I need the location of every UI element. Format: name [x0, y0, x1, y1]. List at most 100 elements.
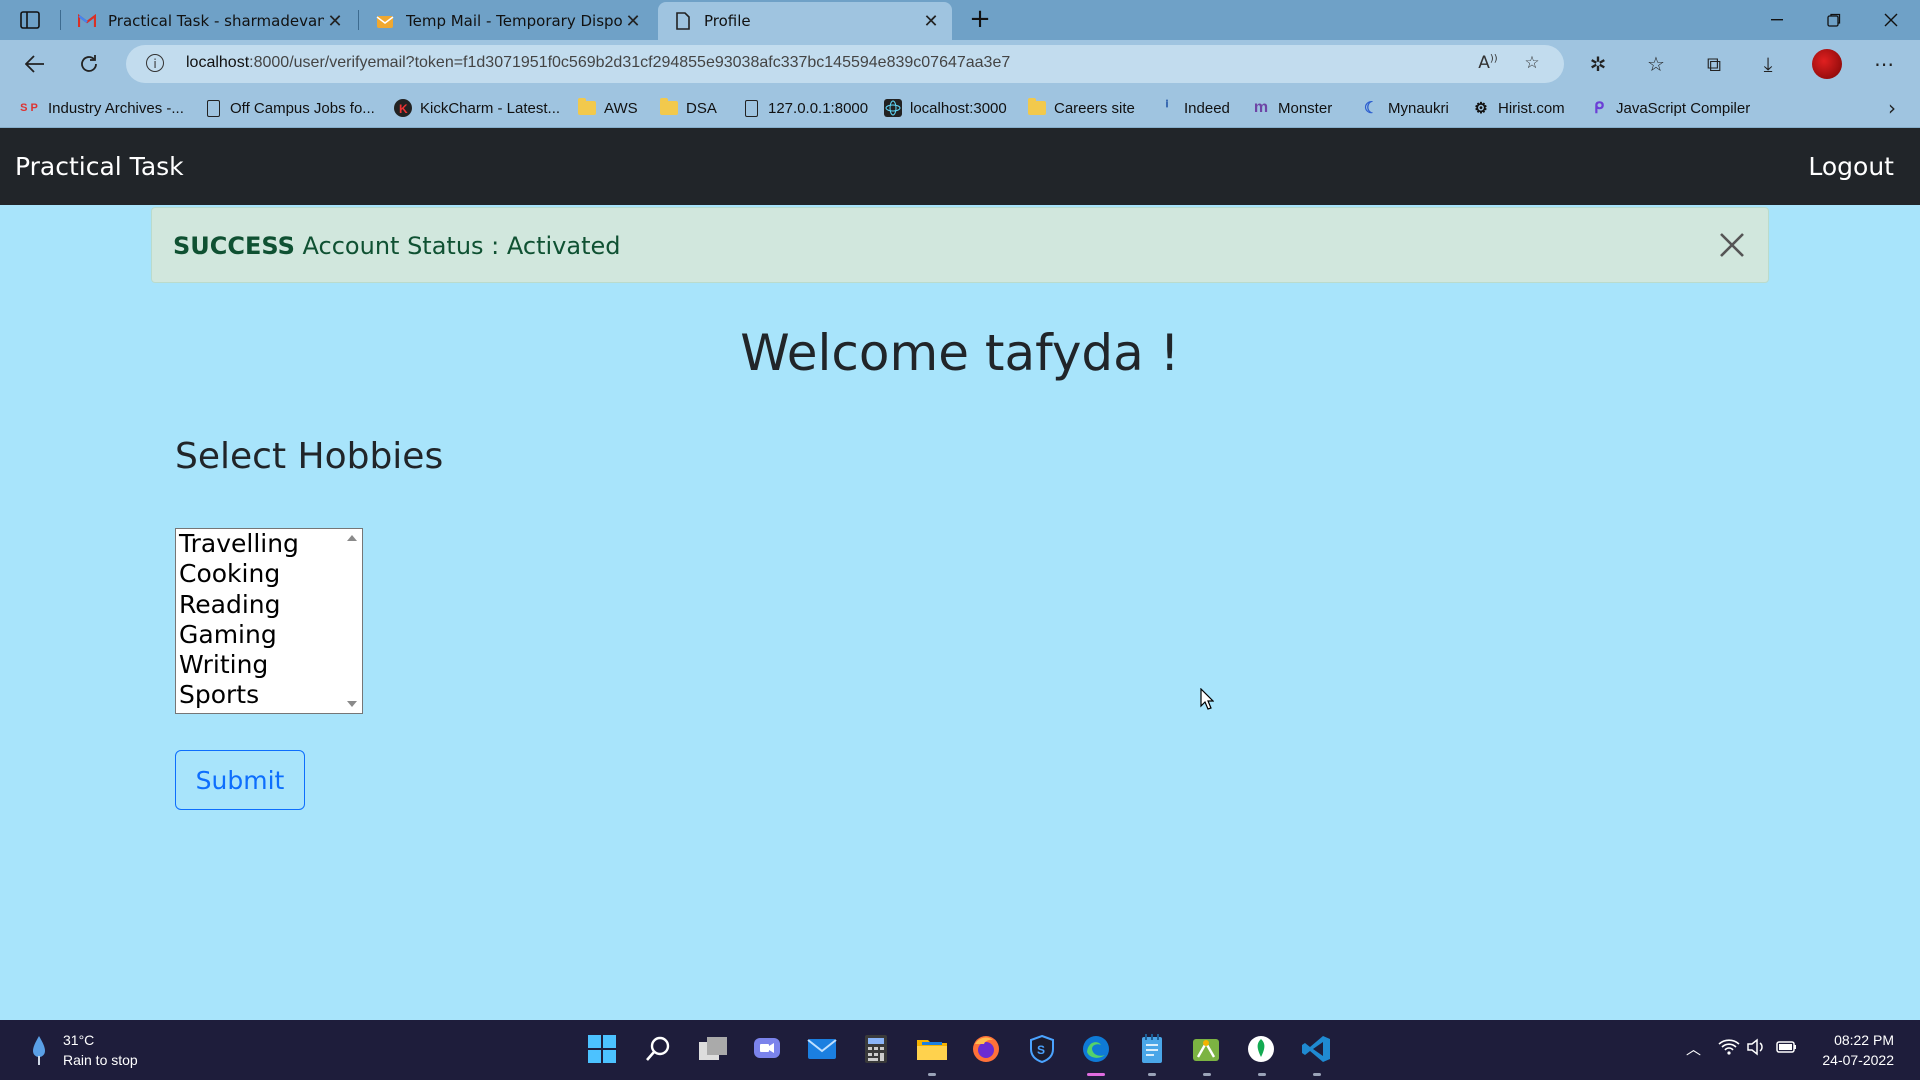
running-indicator — [1148, 1073, 1156, 1076]
collections-icon[interactable]: ⧉ — [1700, 52, 1728, 76]
bookmark-label: AWS — [604, 99, 638, 117]
taskbar-edge[interactable] — [1080, 1033, 1112, 1065]
wifi-icon[interactable] — [1718, 1038, 1740, 1060]
tab-title: Profile — [704, 12, 751, 30]
bookmark-monster[interactable]: m Monster — [1252, 88, 1332, 128]
restore-button[interactable] — [1805, 0, 1862, 40]
calculator-icon — [865, 1035, 887, 1063]
taskbar-file-explorer[interactable] — [916, 1033, 948, 1065]
bookmark-off-campus-jobs[interactable]: Off Campus Jobs fo... — [204, 88, 375, 128]
active-app-indicator — [1087, 1073, 1105, 1076]
minimize-icon — [1770, 19, 1783, 21]
running-indicator — [1313, 1073, 1321, 1076]
reload-button[interactable] — [72, 48, 106, 80]
tray-overflow-chevron-icon[interactable]: ︿ — [1686, 1038, 1701, 1059]
taskbar-calculator[interactable] — [860, 1033, 892, 1065]
bookmark-mynaukri[interactable]: ☾ Mynaukri — [1362, 88, 1449, 128]
bookmark-javascript-compiler[interactable]: ᑭ JavaScript Compiler — [1590, 88, 1750, 128]
rain-weather-icon[interactable] — [30, 1034, 48, 1066]
tab-actions-button[interactable] — [0, 0, 60, 40]
extensions-icon[interactable]: ✲ — [1584, 52, 1612, 76]
minimize-button[interactable] — [1748, 0, 1805, 40]
bookmark-industry-archives[interactable]: S P Industry Archives -... — [18, 88, 184, 128]
url-text[interactable]: localhost:8000/user/verifyemail?token=f1… — [186, 54, 1010, 72]
taskbar-app-green[interactable] — [1190, 1033, 1222, 1065]
address-bar[interactable]: i localhost:8000/user/verifyemail?token=… — [126, 45, 1564, 83]
app-shield-icon: S — [1030, 1035, 1054, 1063]
listbox-scrollbar[interactable] — [342, 529, 362, 713]
weather-description[interactable]: Rain to stop — [63, 1052, 138, 1068]
folder-icon — [1028, 98, 1046, 117]
tab-close-icon[interactable]: ✕ — [622, 11, 644, 32]
hobby-option-sports[interactable]: Sports — [176, 680, 362, 710]
system-clock[interactable]: 08:22 PM 24-07-2022 — [1822, 1030, 1894, 1070]
weather-temperature[interactable]: 31°C — [63, 1032, 94, 1048]
favorites-icon[interactable]: ☆ — [1642, 52, 1670, 76]
taskbar-notepad[interactable] — [1136, 1033, 1168, 1065]
new-tab-button[interactable]: + — [966, 6, 994, 34]
svg-text:K: K — [399, 102, 408, 116]
tab-profile[interactable]: Profile ✕ — [658, 2, 952, 40]
bookmarks-bar: S P Industry Archives -... Off Campus Jo… — [0, 88, 1920, 128]
back-arrow-icon — [25, 55, 44, 73]
start-button[interactable] — [586, 1033, 618, 1065]
profile-avatar[interactable] — [1812, 49, 1842, 79]
read-aloud-icon[interactable]: A)) — [1476, 53, 1500, 75]
sp-icon: S P — [20, 102, 38, 114]
tab-temp-mail[interactable]: Temp Mail - Temporary Disposab ✕ — [360, 2, 654, 40]
scroll-up-arrow-icon[interactable] — [347, 535, 357, 541]
bookmark-folder-careers[interactable]: Careers site — [1028, 88, 1135, 128]
hobby-option-reading[interactable]: Reading — [176, 590, 362, 620]
battery-icon[interactable] — [1776, 1038, 1798, 1060]
tab-close-icon[interactable]: ✕ — [920, 11, 942, 32]
bookmark-localhost-3000[interactable]: localhost:3000 — [884, 88, 1007, 128]
taskbar-search-button[interactable] — [642, 1033, 674, 1065]
taskbar-mongodb-compass[interactable] — [1245, 1033, 1277, 1065]
alert-close-icon[interactable] — [1714, 227, 1750, 263]
add-favorite-icon[interactable]: ☆ — [1520, 53, 1544, 75]
tab-close-icon[interactable]: ✕ — [324, 11, 346, 32]
more-menu-icon[interactable]: ⋯ — [1870, 52, 1898, 76]
hobby-option-gaming[interactable]: Gaming — [176, 620, 362, 650]
taskbar-task-view[interactable] — [697, 1033, 729, 1065]
downloads-icon[interactable]: ⤓ — [1754, 52, 1782, 76]
restore-icon — [1826, 13, 1840, 27]
react-icon — [884, 99, 902, 117]
hobbies-multiselect[interactable]: Travelling Cooking Reading Gaming Writin… — [175, 528, 363, 714]
volume-icon[interactable] — [1746, 1038, 1766, 1060]
tab-separator — [358, 10, 359, 30]
taskbar-firefox[interactable] — [970, 1033, 1002, 1065]
bookmark-label: Hirist.com — [1498, 99, 1565, 117]
bookmark-label: JavaScript Compiler — [1616, 99, 1751, 117]
taskbar-mail[interactable] — [806, 1033, 838, 1065]
hobby-option-writing[interactable]: Writing — [176, 650, 362, 680]
bookmark-local-8000[interactable]: 127.0.0.1:8000 — [742, 88, 868, 128]
site-info-icon[interactable]: i — [146, 54, 164, 72]
folder-icon — [578, 98, 596, 117]
scroll-down-arrow-icon[interactable] — [347, 701, 357, 707]
bookmarks-overflow-chevron-icon[interactable]: › — [1880, 88, 1904, 128]
taskbar-vscode[interactable] — [1300, 1033, 1332, 1065]
logout-link[interactable]: Logout — [1808, 128, 1894, 205]
hobby-option-cooking[interactable]: Cooking — [176, 559, 362, 589]
hirist-icon: ⚙ — [1474, 100, 1488, 117]
running-indicator — [928, 1073, 936, 1076]
navbar-brand[interactable]: Practical Task — [15, 128, 184, 205]
taskbar-app-pycharm[interactable]: S — [1026, 1033, 1058, 1065]
tempmail-icon — [376, 12, 394, 30]
close-window-button[interactable] — [1862, 0, 1919, 40]
mail-icon — [807, 1039, 837, 1059]
bookmark-kickcharm[interactable]: K KickCharm - Latest... — [394, 88, 560, 128]
clock-time: 08:22 PM — [1834, 1032, 1894, 1048]
bookmark-folder-dsa[interactable]: DSA — [660, 88, 717, 128]
submit-button[interactable]: Submit — [175, 750, 305, 810]
hobby-option-travelling[interactable]: Travelling — [176, 529, 362, 559]
clock-date: 24-07-2022 — [1822, 1052, 1894, 1068]
bookmark-folder-aws[interactable]: AWS — [578, 88, 638, 128]
bookmark-indeed[interactable]: ⁱ Indeed — [1158, 88, 1229, 128]
bookmark-hirist[interactable]: ⚙ Hirist.com — [1472, 88, 1565, 128]
tab-practical-task[interactable]: Practical Task - sharmadevanand ✕ — [62, 2, 356, 40]
bookmark-label: localhost:3000 — [910, 99, 1007, 117]
taskbar-teams-chat[interactable] — [751, 1033, 783, 1065]
back-button[interactable] — [18, 48, 52, 80]
